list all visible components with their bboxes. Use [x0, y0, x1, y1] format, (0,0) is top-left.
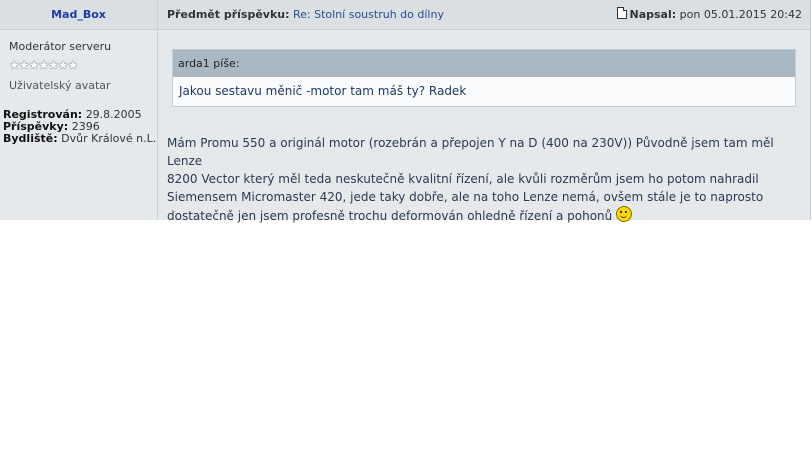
author-name[interactable]: Mad_Box [51, 8, 106, 21]
post-document-icon[interactable] [617, 7, 628, 19]
rank-stars: ★ ★ ★ ★ ★ ★ ★ [9, 58, 79, 72]
quote-author: arda1 píše: [173, 50, 795, 77]
post-body-line: dostatečně jen jsem profesně trochu defo… [167, 209, 613, 223]
post-body-line: 8200 Vector který měl teda neskutečně kv… [167, 172, 759, 186]
avatar: Uživatelský avatar [9, 79, 111, 92]
post-body-line: Mám Promu 550 a originál motor (rozebrán… [167, 136, 774, 168]
author-stats: Registrován: 29.8.2005 Příspěvky: 2396 B… [3, 109, 156, 145]
post-body-line: Siemensem Micromaster 420, jede taky dob… [167, 190, 764, 204]
subject-link[interactable]: Re: Stolní soustruh do dílny [293, 8, 444, 21]
posted-label: Napsal: [629, 8, 677, 21]
wink-smiley-icon [616, 206, 633, 222]
subject-cell: Předmět příspěvku: Re: Stolní soustruh d… [167, 0, 444, 30]
location-value: Dvůr Králové n.L. [61, 132, 157, 145]
post-body-line-last: dostatečně jen jsem profesně trochu defo… [167, 206, 807, 225]
author-cell: Mad_Box [0, 0, 158, 29]
quote-text: Jakou sestavu měnič -motor tam máš ty? R… [179, 84, 467, 98]
location-label: Bydliště: [3, 132, 58, 145]
posted-date: pon 05.01.2015 20:42 [679, 8, 802, 21]
location-row: Bydliště: Dvůr Králové n.L. [3, 133, 156, 145]
star-icon: ★ [67, 58, 79, 72]
author-profile: Moderátor serveru ★ ★ ★ ★ ★ ★ ★ Uživatel… [0, 30, 158, 220]
post-body: Mám Promu 550 a originál motor (rozebrán… [167, 134, 807, 225]
author-rank: Moderátor serveru [9, 40, 112, 53]
quote-box: arda1 píše: Jakou sestavu měnič -motor t… [172, 49, 796, 107]
post-header: Mad_Box Předmět příspěvku: Re: Stolní so… [0, 0, 810, 30]
subject-label: Předmět příspěvku: [167, 8, 290, 21]
forum-post: Mad_Box Předmět příspěvku: Re: Stolní so… [0, 0, 811, 223]
posted-cell: Napsal: pon 05.01.2015 20:42 [617, 0, 802, 30]
